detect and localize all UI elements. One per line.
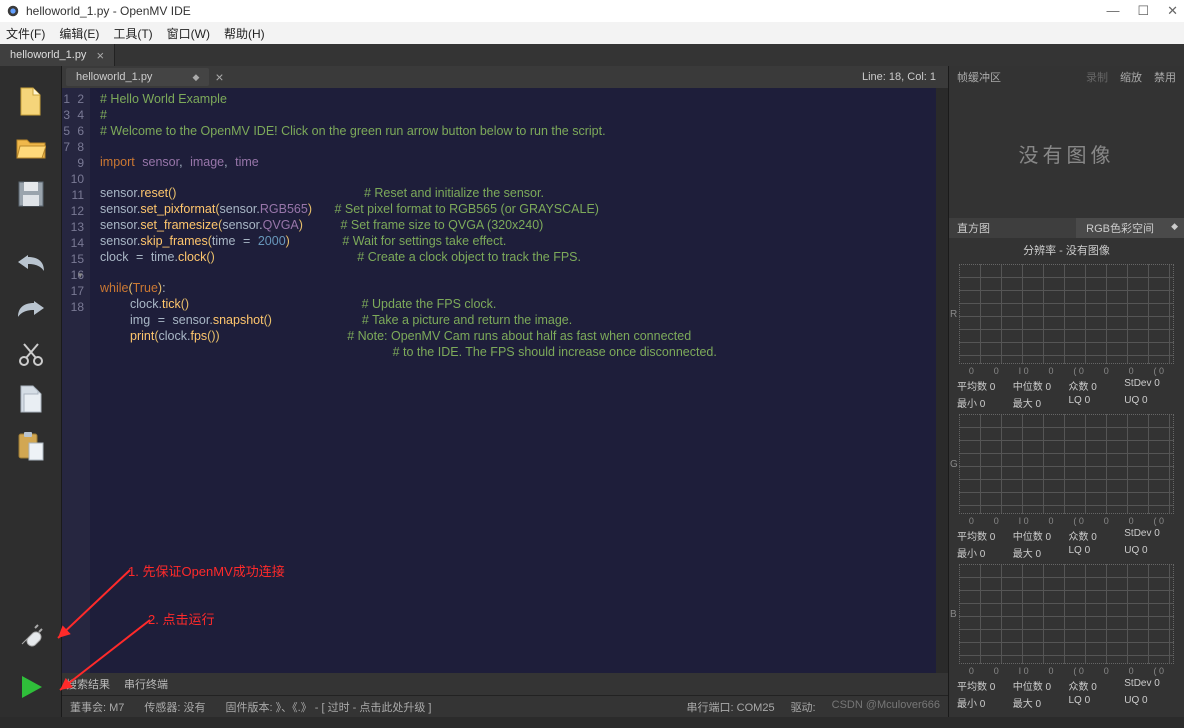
histogram-graph: G [959, 414, 1174, 514]
status-board: 董事会: M7 [70, 699, 124, 715]
menu-window[interactable]: 窗口(W) [167, 25, 210, 42]
undo-button[interactable] [15, 246, 47, 278]
copy-button[interactable] [15, 384, 47, 416]
status-drive: 驱动: [791, 699, 816, 715]
bottom-panel-tabs: 搜索结果 串行终端 [62, 673, 948, 695]
paste-button[interactable] [15, 430, 47, 462]
menubar: 文件(F) 编辑(E) 工具(T) 窗口(W) 帮助(H) [0, 22, 1184, 44]
fb-disable[interactable]: 禁用 [1154, 69, 1176, 85]
connect-button[interactable] [15, 619, 47, 651]
tab-label: helloworld_1.py [10, 49, 86, 61]
histogram-g: G 00I 00( 000( 0 平均数 0 中位数 0 众数 0 StDev … [949, 412, 1184, 562]
status-watermark: CSDN @Mculover666 [832, 699, 940, 715]
code-editor[interactable]: 1 2 3 4 5 6 7 8 9 10 11 12 13 14 15 16 1… [62, 88, 948, 673]
histogram-title: 直方图 [949, 220, 998, 236]
run-button[interactable] [15, 671, 47, 703]
histogram-axis: 00I 00( 000( 0 [949, 516, 1184, 526]
histogram-r: R 00I 00( 000( 0 平均数 0 中位数 0 众数 0 StDev … [949, 262, 1184, 412]
statusbar: 董事会: M7 传感器: 没有 固件版本: 》、《.》 - [ 过时 - 点击此… [62, 695, 948, 717]
histogram-axis: 00I 00( 000( 0 [949, 666, 1184, 676]
window-title: helloworld_1.py - OpenMV IDE [26, 4, 191, 18]
close-button[interactable]: ✕ [1167, 3, 1178, 19]
menu-help[interactable]: 帮助(H) [224, 25, 265, 42]
dropdown-icon: ◆ [1171, 221, 1178, 232]
histogram-b: B 00I 00( 000( 0 平均数 0 中位数 0 众数 0 StDev … [949, 562, 1184, 712]
dropdown-icon: ◆ [192, 72, 199, 83]
fb-record[interactable]: 录制 [1086, 69, 1108, 85]
menu-tools[interactable]: 工具(T) [113, 25, 152, 42]
status-firmware[interactable]: 固件版本: 》、《.》 - [ 过时 - 点击此处升级 ] [226, 699, 432, 715]
colorspace-label: RGB色彩空间 [1086, 223, 1154, 235]
fb-zoom[interactable]: 缩放 [1120, 69, 1142, 85]
histogram-stats: 平均数 0 中位数 0 众数 0 StDev 0 最小 0 最大 0 LQ 0 … [949, 376, 1184, 412]
histogram-stats: 平均数 0 中位数 0 众数 0 StDev 0 最小 0 最大 0 LQ 0 … [949, 526, 1184, 562]
framebuffer-viewport: 没有图像 [949, 88, 1184, 218]
save-button[interactable] [15, 178, 47, 210]
file-close-icon[interactable]: × [215, 69, 223, 85]
histogram-graph: B [959, 564, 1174, 664]
right-panel: 帧缓冲区 录制 缩放 禁用 没有图像 直方图 RGB色彩空间 ◆ 分辨率 - 没… [948, 66, 1184, 717]
no-image-label: 没有图像 [1019, 139, 1115, 168]
status-sensor: 传感器: 没有 [144, 699, 205, 715]
histogram-axis: 00I 00( 000( 0 [949, 366, 1184, 376]
editor-area: helloworld_1.py ◆ × Line: 18, Col: 1 1 2… [62, 66, 948, 717]
redo-button[interactable] [15, 292, 47, 324]
tab-close-icon[interactable]: × [96, 48, 104, 63]
framebuffer-header: 帧缓冲区 录制 缩放 禁用 [949, 66, 1184, 88]
open-file-button[interactable] [15, 132, 47, 164]
new-file-button[interactable] [15, 86, 47, 118]
histogram-resolution: 分辨率 - 没有图像 [949, 238, 1184, 262]
tab-search-results[interactable]: 搜索结果 [66, 676, 110, 692]
app-logo-icon [6, 4, 20, 18]
maximize-button[interactable]: ☐ [1137, 3, 1149, 19]
menu-edit[interactable]: 编辑(E) [59, 25, 99, 42]
tab-serial-terminal[interactable]: 串行终端 [124, 676, 168, 692]
histogram-header: 直方图 RGB色彩空间 ◆ [949, 218, 1184, 238]
status-port: 串行端口: COM25 [687, 699, 775, 715]
code-text[interactable]: # Hello World Example # # Welcome to the… [90, 88, 936, 673]
framebuffer-title: 帧缓冲区 [957, 69, 1001, 85]
cut-button[interactable] [15, 338, 47, 370]
editor-scrollbar[interactable] [936, 88, 948, 673]
menu-file[interactable]: 文件(F) [6, 25, 45, 42]
colorspace-selector[interactable]: RGB色彩空间 ◆ [1076, 218, 1184, 238]
tab-file[interactable]: helloworld_1.py × [0, 44, 115, 66]
histogram-graph: R [959, 264, 1174, 364]
minimize-button[interactable]: — [1106, 3, 1119, 19]
document-tabbar: helloworld_1.py × [0, 44, 1184, 66]
histogram-stats: 平均数 0 中位数 0 众数 0 StDev 0 最小 0 最大 0 LQ 0 … [949, 676, 1184, 712]
annotation-1: 1. 先保证OpenMV成功连接 [128, 564, 285, 579]
cursor-position: Line: 18, Col: 1 [862, 71, 936, 83]
editor-filebar: helloworld_1.py ◆ × Line: 18, Col: 1 [62, 66, 948, 88]
file-selector-label: helloworld_1.py [76, 71, 152, 83]
annotation-2: 2. 点击运行 [148, 612, 214, 627]
line-gutter: 1 2 3 4 5 6 7 8 9 10 11 12 13 14 15 16 1… [62, 88, 90, 673]
window-controls: — ☐ ✕ [1106, 3, 1178, 19]
file-selector[interactable]: helloworld_1.py ◆ [66, 68, 209, 86]
left-toolbar [0, 66, 62, 717]
titlebar: helloworld_1.py - OpenMV IDE — ☐ ✕ [0, 0, 1184, 22]
